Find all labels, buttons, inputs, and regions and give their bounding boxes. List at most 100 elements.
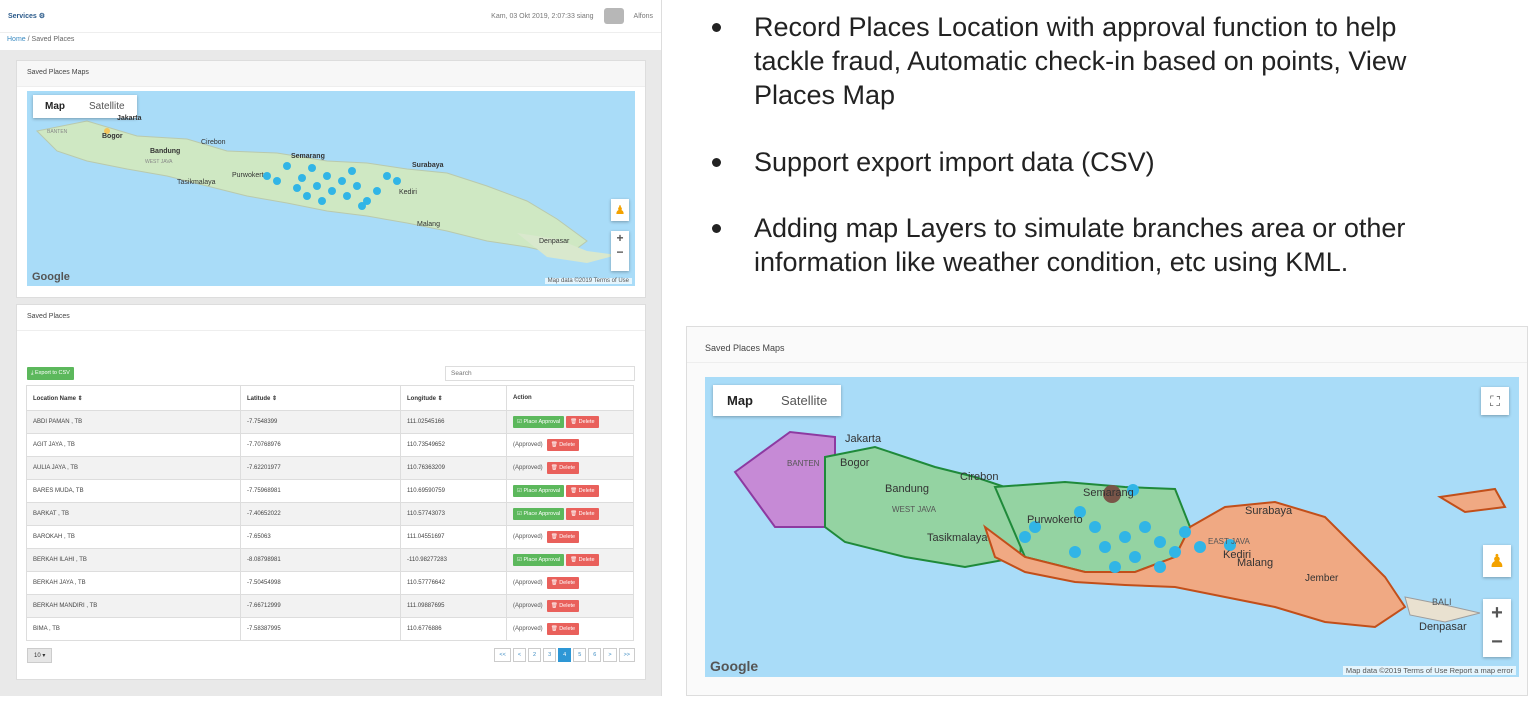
longitude-cell: 110.6776886 <box>400 617 507 641</box>
services-menu[interactable]: Services ⚙ <box>8 12 45 20</box>
list-item: Record Places Location with approval fun… <box>712 10 1472 112</box>
longitude-cell: -110.98277283 <box>400 548 507 572</box>
place-approval-button[interactable]: ☑ Place Approval <box>513 554 565 566</box>
approved-label: (Approved) <box>513 465 543 471</box>
longitude-cell: 111.04551697 <box>400 525 507 549</box>
table-header-row: Location Name ⇕ Latitude ⇕ Longitude ⇕ A… <box>26 385 634 411</box>
marker-cluster <box>257 156 407 216</box>
place-approval-button[interactable]: ☑ Place Approval <box>513 508 565 520</box>
fullscreen-icon[interactable]: ⛶ <box>1481 387 1509 415</box>
action-cell: (Approved) 🗑 Delete <box>506 594 634 618</box>
location-name-cell: AULIA JAYA , TB <box>26 456 241 480</box>
table-row: ABDI PAMAN , TB -7.7548399 111.02545166 ☑ P… <box>26 410 634 434</box>
city-label: Cirebon <box>201 139 226 146</box>
bullet-icon <box>712 23 721 32</box>
region-label: BALI <box>1432 597 1452 607</box>
column-header[interactable]: Latitude ⇕ <box>240 385 401 411</box>
location-name-cell: BERKAH JAYA , TB <box>26 571 241 595</box>
longitude-cell: 110.57776642 <box>400 571 507 595</box>
place-approval-button[interactable]: ☑ Place Approval <box>513 416 565 428</box>
map-attribution[interactable]: Map data ©2019 Terms of Use Report a map… <box>1342 666 1516 675</box>
street-view-pegman-icon[interactable]: ♟ <box>1483 545 1511 577</box>
location-name-cell: BARES MUDA, TB <box>26 479 241 503</box>
zoom-out-button[interactable]: − <box>1491 631 1503 654</box>
datetime: Kam, 03 Okt 2019, 2:07:33 siang <box>491 12 594 20</box>
feature-list: Record Places Location with approval fun… <box>712 10 1472 312</box>
top-bar: Services ⚙ Kam, 03 Okt 2019, 2:07:33 sia… <box>0 0 661 32</box>
approved-label: (Approved) <box>513 603 543 609</box>
table-row: BARKAT , TB -7.40652022 110.57743073 ☑ Plac… <box>26 502 634 526</box>
latitude-cell: -8.08798981 <box>240 548 401 572</box>
delete-button[interactable]: 🗑 Delete <box>546 577 580 589</box>
satellite-tab[interactable]: Satellite <box>767 385 841 416</box>
city-label: Bandung <box>885 483 930 495</box>
delete-button[interactable]: 🗑 Delete <box>566 508 599 520</box>
app-screenshot: Services ⚙ Kam, 03 Okt 2019, 2:07:33 sia… <box>0 0 662 696</box>
city-label: Denpasar <box>539 238 570 245</box>
page-button[interactable]: 2 <box>528 648 542 662</box>
place-approval-button[interactable]: ☑ Place Approval <box>513 485 565 497</box>
zoom-control: + − <box>611 231 629 271</box>
column-header[interactable]: Location Name ⇕ <box>26 385 241 411</box>
page-size-select[interactable]: 10 ▾ <box>27 648 53 663</box>
search-input[interactable] <box>445 366 635 381</box>
map-attribution[interactable]: Map data ©2019 Terms of Use <box>544 278 632 284</box>
panel-title: Saved Places Maps <box>17 61 645 87</box>
map-tab[interactable]: Map <box>713 385 767 416</box>
user-name[interactable]: Alfons <box>634 13 653 20</box>
column-header[interactable]: Longitude ⇕ <box>400 385 507 411</box>
region-label: BANTEN <box>787 459 820 468</box>
kml-map-panel: Saved Places Maps Map Satellite Jakarta … <box>686 326 1528 696</box>
page-button[interactable]: 6 <box>588 648 602 662</box>
map-tab[interactable]: Map <box>33 95 77 118</box>
export-csv-button[interactable]: ⤓ Export to CSV <box>27 367 74 380</box>
action-cell: ☑ Place Approval 🗑 Delete <box>506 410 634 434</box>
latitude-cell: -7.70768976 <box>240 433 401 457</box>
saved-places-maps-panel: Saved Places Maps Map Satellite Jakarta … <box>16 60 646 298</box>
panel-title: Saved Places Maps <box>687 327 1527 363</box>
city-label: Tasikmalaya <box>927 532 988 544</box>
breadcrumb-home[interactable]: Home <box>7 36 26 43</box>
delete-button[interactable]: 🗑 Delete <box>546 623 580 635</box>
delete-button[interactable]: 🗑 Delete <box>546 600 580 612</box>
page-button[interactable]: 4 <box>558 648 572 662</box>
latitude-cell: -7.50454998 <box>240 571 401 595</box>
page-button[interactable]: >> <box>618 648 635 662</box>
page-button[interactable]: > <box>603 648 617 662</box>
longitude-cell: 111.09887695 <box>400 594 507 618</box>
zoom-in-button[interactable]: + <box>616 231 623 245</box>
table-row: AGIT JAYA , TB -7.70768976 110.73549652 (Ap… <box>26 433 634 457</box>
page-button[interactable]: 3 <box>543 648 557 662</box>
longitude-cell: 110.76363209 <box>400 456 507 480</box>
location-name-cell: BAROKAH , TB <box>26 525 241 549</box>
zoom-out-button[interactable]: − <box>616 245 623 259</box>
city-label: Semarang <box>1083 487 1134 499</box>
map-view[interactable]: Map Satellite Jakarta Bogor Cirebon Band… <box>27 91 635 286</box>
page-button[interactable]: < <box>512 648 527 662</box>
delete-button[interactable]: 🗑 Delete <box>566 554 599 566</box>
zoom-in-button[interactable]: + <box>1491 602 1503 625</box>
delete-button[interactable]: 🗑 Delete <box>566 485 599 497</box>
region-label: WEST JAVA <box>145 159 173 165</box>
latitude-cell: -7.62201977 <box>240 456 401 480</box>
street-view-pegman-icon[interactable]: ♟ <box>611 199 629 221</box>
latitude-cell: -7.58387995 <box>240 617 401 641</box>
delete-button[interactable]: 🗑 Delete <box>566 416 599 428</box>
region-label: EAST JAVA <box>1208 537 1250 546</box>
action-cell: ☑ Place Approval 🗑 Delete <box>506 548 634 572</box>
delete-button[interactable]: 🗑 Delete <box>546 439 580 451</box>
avatar[interactable] <box>603 8 624 24</box>
bullet-icon <box>712 158 721 167</box>
location-name-cell: AGIT JAYA , TB <box>26 433 241 457</box>
delete-button[interactable]: 🗑 Delete <box>546 531 580 543</box>
table-row: AULIA JAYA , TB -7.62201977 110.76363209 (A… <box>26 456 634 480</box>
longitude-cell: 111.02545166 <box>400 410 507 434</box>
city-label: Jember <box>1305 573 1339 584</box>
location-name-cell: BIMA , TB <box>26 617 241 641</box>
kml-map-view[interactable]: Map Satellite Jakarta Bogor Cirebon Band… <box>705 377 1519 677</box>
list-item: Adding map Layers to simulate branches a… <box>712 211 1472 279</box>
page-button[interactable]: << <box>494 648 511 662</box>
page-button[interactable]: 5 <box>573 648 587 662</box>
delete-button[interactable]: 🗑 Delete <box>546 462 580 474</box>
map-marker-icons <box>263 162 401 210</box>
